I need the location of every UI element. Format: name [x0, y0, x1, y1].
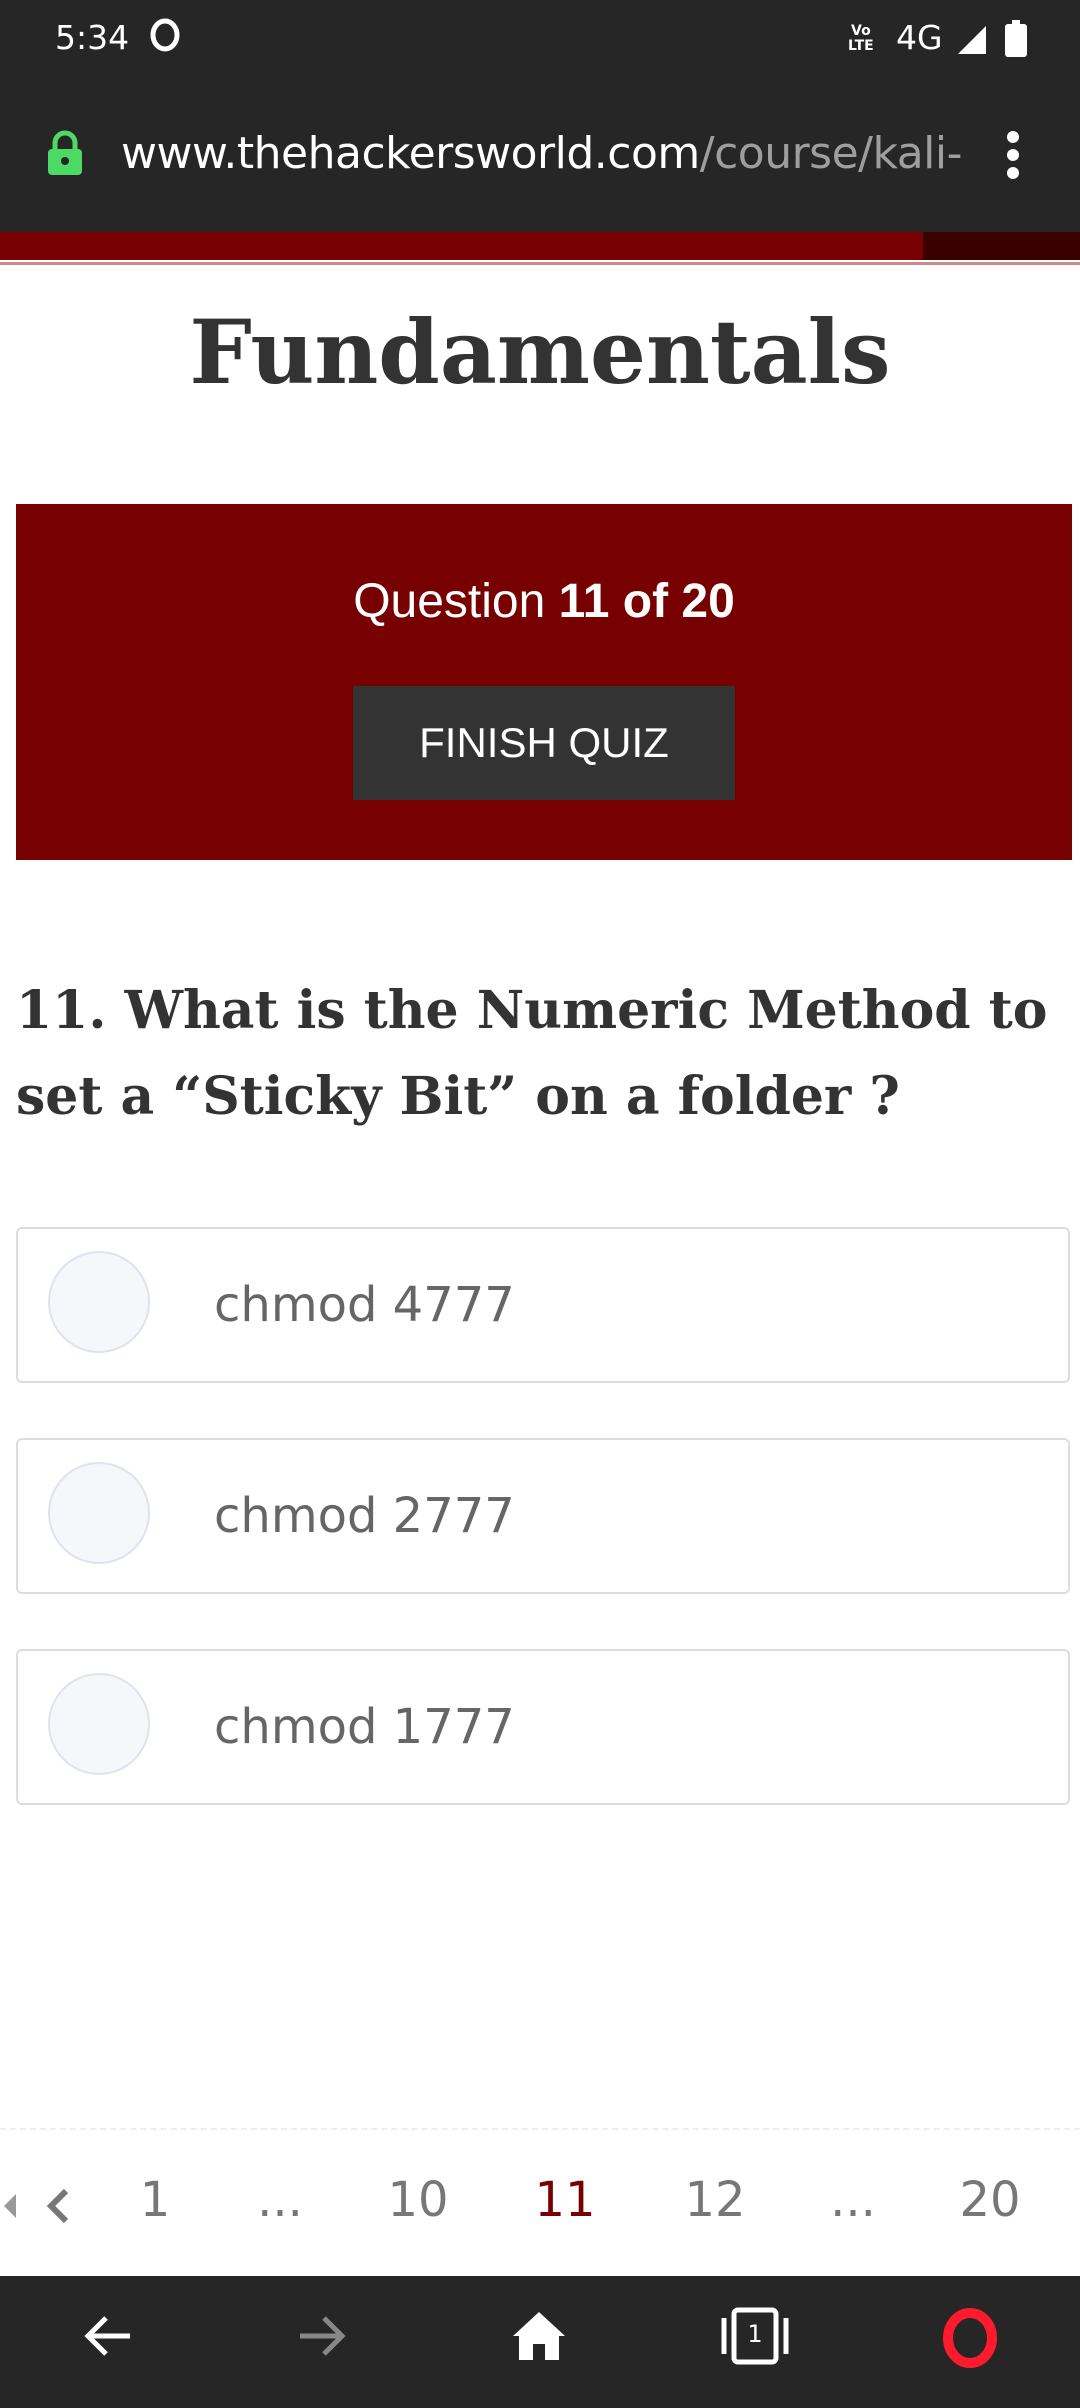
browser-address-bar[interactable]: www.thehackersworld.com/course/kali-lin [0, 78, 1080, 232]
question-counter-prefix: Question [353, 575, 546, 628]
radio-button[interactable] [48, 1462, 150, 1564]
status-bar: 5:34 Vo LTE 4G [0, 0, 1080, 78]
page-title: Fundamentals [189, 300, 891, 404]
scroll-left-icon[interactable] [4, 2194, 18, 2218]
answer-option-label: chmod 1777 [214, 1699, 515, 1755]
question-counter-value: 11 of 20 [558, 575, 735, 628]
status-time: 5:34 [55, 18, 130, 57]
site-header-strip-dark [923, 232, 1080, 260]
url-path: /course/kali-lin [699, 128, 961, 179]
tab-count: 1 [747, 2320, 763, 2348]
previous-page-icon[interactable] [46, 2188, 70, 2224]
opera-menu-icon[interactable] [942, 2308, 998, 2368]
network-type: 4G [896, 18, 943, 57]
tabs-button[interactable]: 1 [720, 2306, 790, 2366]
forward-arrow-icon[interactable] [296, 2310, 348, 2362]
opera-status-icon [150, 18, 180, 52]
url-domain: www.thehackersworld.com [121, 128, 700, 179]
page-ellipsis: ... [257, 2172, 303, 2228]
site-header-strip [0, 232, 1080, 260]
question-text: 11. What is the Numeric Method to set a … [16, 980, 1048, 1127]
header-divider [0, 262, 1080, 265]
quiz-header-panel: Question 11 of 20 FINISH QUIZ [16, 504, 1072, 860]
page-link-20[interactable]: 20 [959, 2172, 1020, 2228]
answer-option-3[interactable]: chmod 1777 [16, 1649, 1070, 1805]
battery-icon [1005, 20, 1027, 57]
answer-option-label: chmod 2777 [214, 1488, 515, 1544]
back-arrow-icon[interactable] [82, 2310, 134, 2362]
more-menu-icon[interactable] [1003, 130, 1023, 180]
page-link-12[interactable]: 12 [684, 2172, 745, 2228]
pagination: 1 ... 10 11 12 ... 20 [0, 2172, 1080, 2242]
page-link-1[interactable]: 1 [140, 2172, 171, 2228]
page-link-11-current[interactable]: 11 [534, 2172, 595, 2228]
url-text[interactable]: www.thehackersworld.com/course/kali-lin [121, 128, 961, 184]
browser-bottom-nav: 1 [0, 2276, 1080, 2408]
home-icon[interactable] [511, 2310, 567, 2362]
radio-button[interactable] [48, 1673, 150, 1775]
page-link-10[interactable]: 10 [387, 2172, 448, 2228]
answer-option-1[interactable]: chmod 4777 [16, 1227, 1070, 1383]
lock-icon [48, 130, 82, 175]
finish-quiz-button[interactable]: FINISH QUIZ [353, 686, 735, 800]
page-ellipsis: ... [830, 2172, 876, 2228]
pagination-divider [0, 2128, 1080, 2130]
signal-icon [958, 26, 986, 54]
answer-option-label: chmod 4777 [214, 1277, 515, 1333]
volte-icon: Vo LTE [848, 23, 874, 54]
radio-button[interactable] [48, 1251, 150, 1353]
question-counter: Question 11 of 20 [16, 574, 1072, 629]
answer-option-2[interactable]: chmod 2777 [16, 1438, 1070, 1594]
